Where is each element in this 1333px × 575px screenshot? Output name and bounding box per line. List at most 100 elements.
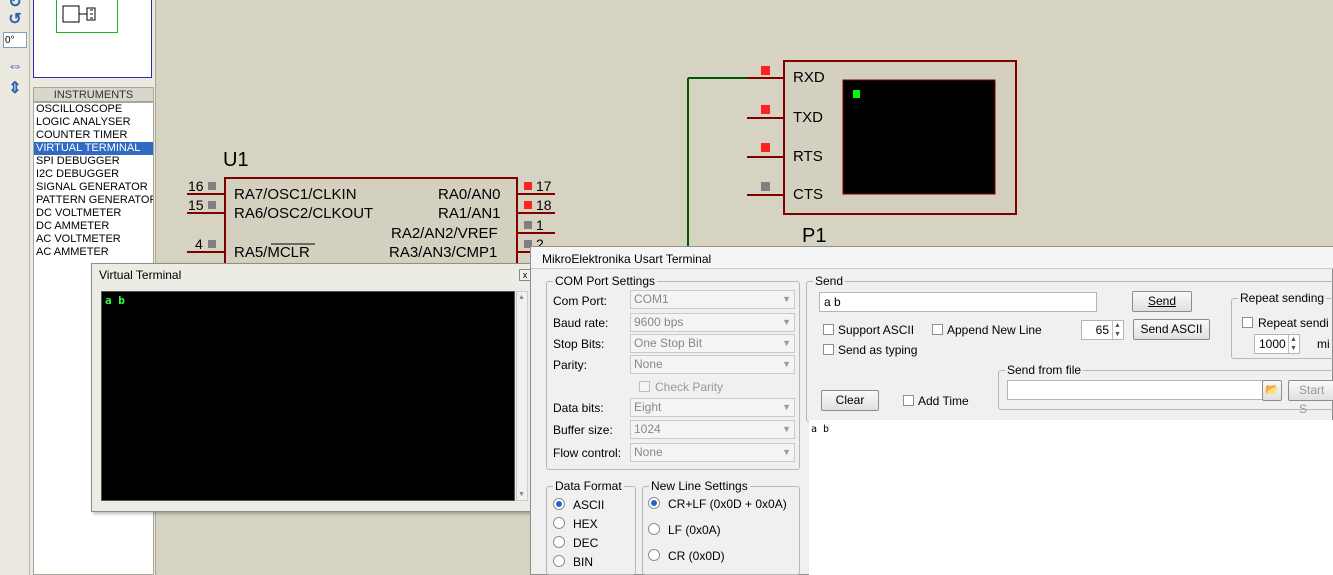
close-icon[interactable]: x xyxy=(519,269,531,281)
format-dec-radio[interactable] xyxy=(553,536,565,548)
chevron-down-icon: ▼ xyxy=(782,424,791,434)
baud-rate-value: 9600 bps xyxy=(634,315,684,329)
format-ascii-radio[interactable] xyxy=(553,498,565,510)
check-parity-checkbox[interactable] xyxy=(639,381,650,392)
stop-bits-select[interactable]: One Stop Bit ▼ xyxy=(630,334,795,353)
virtual-terminal-screen[interactable]: a b xyxy=(101,291,515,501)
instrument-item[interactable]: AC VOLTMETER xyxy=(34,233,153,246)
rotation-input[interactable] xyxy=(3,32,27,48)
chevron-down-icon: ▼ xyxy=(782,338,791,348)
stepper-up-icon[interactable]: ▲ xyxy=(1113,321,1122,330)
instrument-item[interactable]: PATTERN GENERATOR xyxy=(34,194,153,207)
virtual-terminal-title: Virtual Terminal xyxy=(99,268,182,282)
u1-pin-num-15: 15 xyxy=(188,197,204,213)
instrument-item[interactable]: SIGNAL GENERATOR xyxy=(34,181,153,194)
clear-button[interactable]: Clear xyxy=(821,390,879,411)
newline-lf-label: LF (0x0A) xyxy=(668,523,721,537)
newline-lf-radio[interactable] xyxy=(648,523,660,535)
terminal-pin-cts-label: CTS xyxy=(793,186,823,203)
terminal-pin-cts-marker xyxy=(761,182,770,191)
append-new-line-checkbox[interactable] xyxy=(932,324,943,335)
flow-control-select[interactable]: None ▼ xyxy=(630,443,795,462)
newline-crlf-radio[interactable] xyxy=(648,497,660,509)
p1-label: P1 xyxy=(802,225,827,247)
com-port-label: Com Port: xyxy=(553,294,608,308)
instrument-item[interactable]: AC AMMETER xyxy=(34,246,153,259)
stepper-down-icon[interactable]: ▼ xyxy=(1289,344,1298,353)
send-legend: Send xyxy=(815,274,844,288)
data-bits-label: Data bits: xyxy=(553,401,604,415)
format-bin-label: BIN xyxy=(573,555,594,569)
u1-pin-name-16: RA7/OSC1/CLKIN xyxy=(234,186,357,203)
parity-value: None xyxy=(634,357,663,371)
add-time-checkbox[interactable] xyxy=(903,395,914,406)
u1-pin-num-16: 16 xyxy=(188,178,204,194)
format-hex-radio[interactable] xyxy=(553,517,565,529)
u1-label: U1 xyxy=(223,149,249,171)
buffer-size-select[interactable]: 1024 ▼ xyxy=(630,420,795,439)
virtual-terminal-scrollbar[interactable]: ▲ ▼ xyxy=(516,291,528,501)
instrument-item[interactable]: COUNTER TIMER xyxy=(34,129,153,142)
mirror-vertical-icon[interactable]: ⇕ xyxy=(4,80,26,98)
terminal-pin-txd-marker xyxy=(761,105,770,114)
support-ascii-checkbox[interactable] xyxy=(823,324,834,335)
newline-cr-radio[interactable] xyxy=(648,549,660,561)
component-preview xyxy=(33,0,152,78)
newline-crlf-label: CR+LF (0x0D + 0x0A) xyxy=(668,497,787,511)
chevron-down-icon: ▼ xyxy=(782,294,791,304)
stepper-up-icon[interactable]: ▲ xyxy=(1289,335,1298,344)
usart-terminal-window[interactable]: MikroElektronika Usart Terminal x COM Po… xyxy=(519,246,1333,575)
terminal-component-screen xyxy=(842,79,996,195)
virtual-terminal-window[interactable]: Virtual Terminal a b ▲ ▼ xyxy=(91,263,533,512)
tool-strip: ↻ ↺ ⇔ ⇕ xyxy=(0,0,30,575)
file-path-input[interactable] xyxy=(1007,380,1263,400)
send-button[interactable]: Send xyxy=(1132,291,1192,312)
data-bits-select[interactable]: Eight ▼ xyxy=(630,398,795,417)
receive-area[interactable]: a b xyxy=(809,420,1333,575)
scroll-down-icon[interactable]: ▼ xyxy=(518,491,525,498)
mirror-horizontal-icon[interactable]: ⇔ xyxy=(4,58,26,76)
scroll-up-icon[interactable]: ▲ xyxy=(518,294,525,301)
parity-select[interactable]: None ▼ xyxy=(630,355,795,374)
new-line-settings-legend: New Line Settings xyxy=(651,479,748,493)
instrument-item[interactable]: VIRTUAL TERMINAL xyxy=(34,142,153,155)
terminal-pin-rxd-label: RXD xyxy=(793,69,825,86)
baud-rate-label: Baud rate: xyxy=(553,316,609,330)
ascii-code-stepper[interactable]: ▲ ▼ xyxy=(1112,321,1122,339)
start-sending-button[interactable]: Start S xyxy=(1288,380,1333,416)
send-ascii-button[interactable]: Send ASCII xyxy=(1133,319,1210,340)
u1-pin-17-marker xyxy=(524,182,532,190)
send-input[interactable]: a b xyxy=(819,292,1097,312)
send-as-typing-checkbox[interactable] xyxy=(823,344,834,355)
chevron-down-icon: ▼ xyxy=(782,447,791,457)
repeat-sending-checkbox[interactable] xyxy=(1242,317,1253,328)
usart-title: MikroElektronika Usart Terminal xyxy=(542,252,712,266)
u1-pin-name-4: RA5/MCLR xyxy=(234,244,310,261)
support-ascii-label: Support ASCII xyxy=(838,323,915,337)
preview-symbol xyxy=(56,0,118,33)
instrument-item[interactable]: DC AMMETER xyxy=(34,220,153,233)
u1-pin-name-17: RA0/AN0 xyxy=(438,186,501,203)
repeat-interval-stepper[interactable]: ▲ ▼ xyxy=(1288,335,1298,353)
flow-control-value: None xyxy=(634,445,663,459)
folder-icon[interactable]: 📂 xyxy=(1262,380,1282,401)
format-bin-radio[interactable] xyxy=(553,555,565,567)
u1-pin-1-marker xyxy=(524,221,532,229)
instrument-item[interactable]: DC VOLTMETER xyxy=(34,207,153,220)
u1-pin-name-15: RA6/OSC2/CLKOUT xyxy=(234,205,374,222)
stop-bits-label: Stop Bits: xyxy=(553,337,605,351)
instrument-item[interactable]: LOGIC ANALYSER xyxy=(34,116,153,129)
usart-titlebar[interactable]: MikroElektronika Usart Terminal xyxy=(531,247,1333,269)
stepper-down-icon[interactable]: ▼ xyxy=(1113,330,1122,339)
instrument-item[interactable]: I2C DEBUGGER xyxy=(34,168,153,181)
newline-cr-label: CR (0x0D) xyxy=(668,549,725,563)
u1-pin-num-17: 17 xyxy=(536,178,552,194)
add-time-label: Add Time xyxy=(918,394,969,408)
rotate-ccw-icon[interactable]: ↺ xyxy=(4,11,26,29)
instrument-item[interactable]: SPI DEBUGGER xyxy=(34,155,153,168)
instrument-item[interactable]: OSCILLOSCOPE xyxy=(34,103,153,116)
baud-rate-select[interactable]: 9600 bps ▼ xyxy=(630,313,795,332)
chevron-down-icon: ▼ xyxy=(782,317,791,327)
com-port-select[interactable]: COM1 ▼ xyxy=(630,290,795,309)
terminal-symbol-icon xyxy=(62,5,96,23)
